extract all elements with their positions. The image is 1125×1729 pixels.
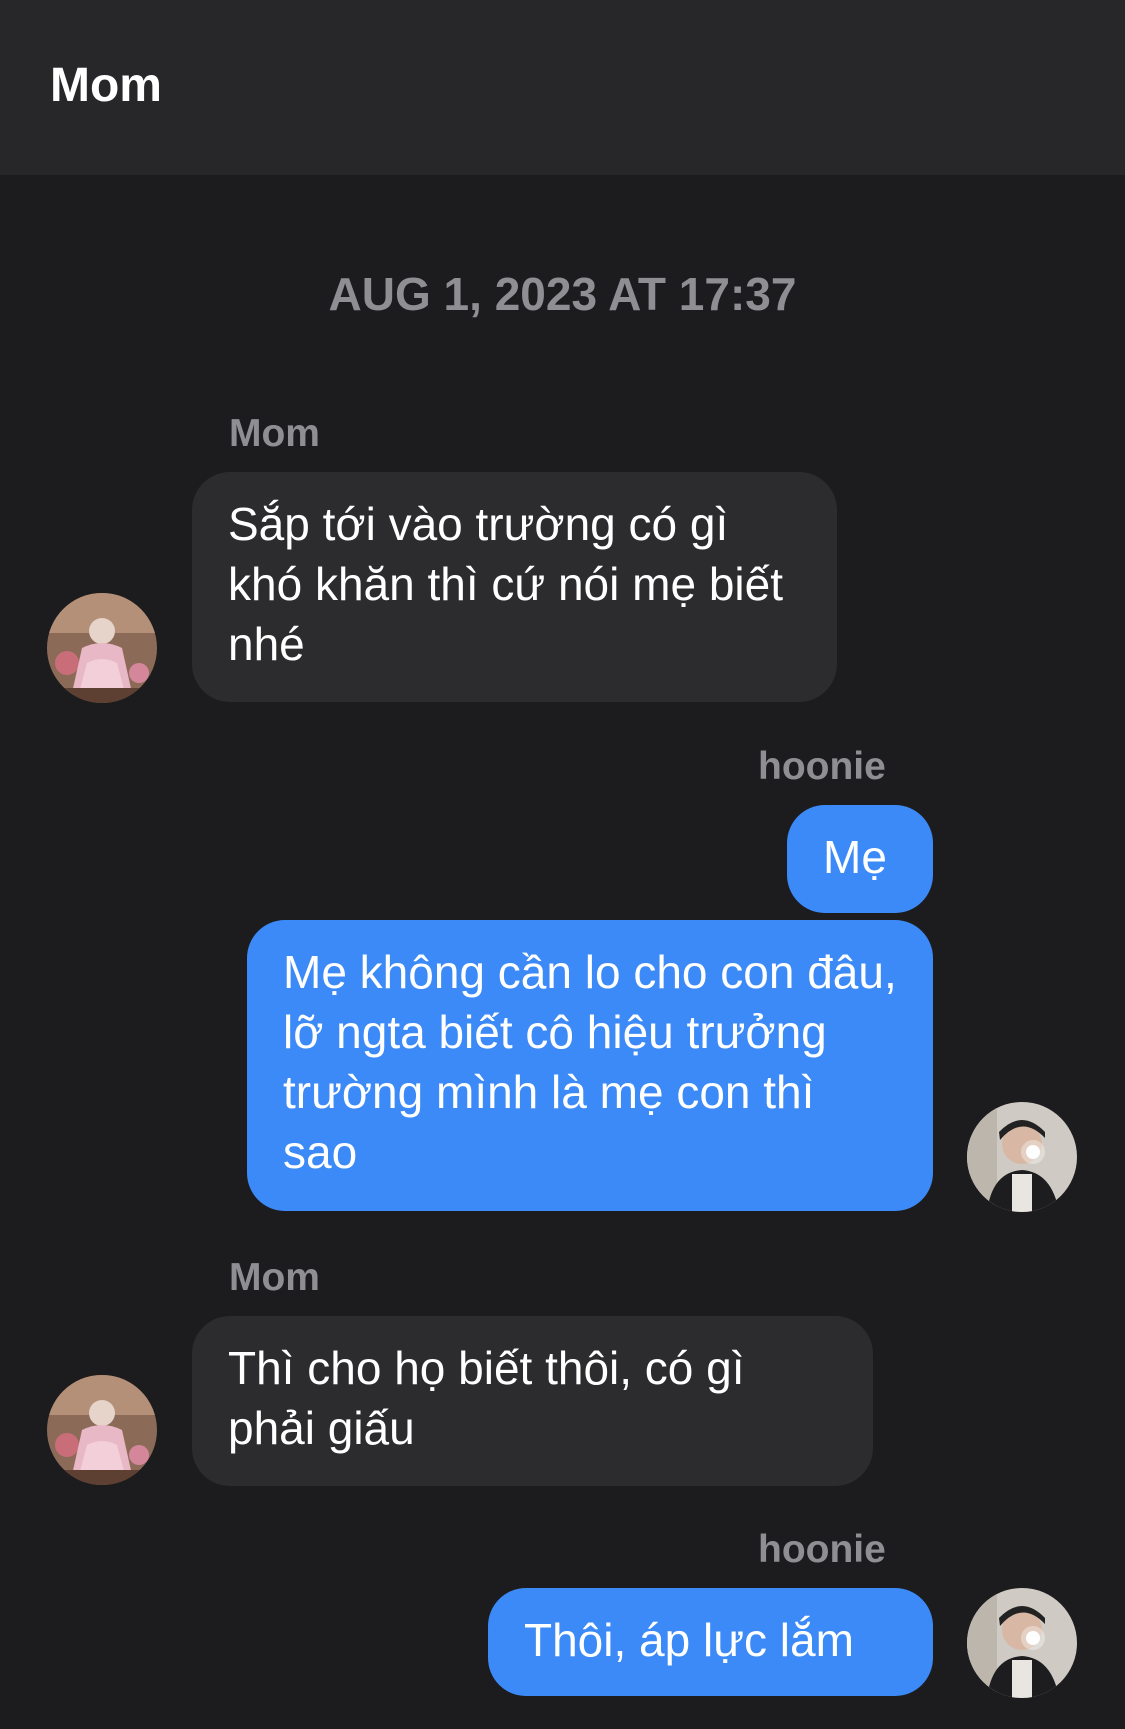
- chat-title[interactable]: Mom: [50, 56, 162, 116]
- outgoing-message-bubble[interactable]: Mẹ không cần lo cho con đâu, lỡ ngta biế…: [247, 920, 933, 1211]
- outgoing-message-bubble[interactable]: Thôi, áp lực lắm: [488, 1588, 933, 1696]
- mom-avatar[interactable]: [47, 1375, 157, 1485]
- chat-screen: Mom AUG 1, 2023 AT 17:37 Mom Sắp tới vào…: [0, 0, 1125, 1729]
- incoming-message-bubble[interactable]: Thì cho họ biết thôi, có gì phải giấu: [192, 1316, 873, 1486]
- hoonie-avatar[interactable]: [967, 1102, 1077, 1212]
- message-sender-label: Mom: [229, 412, 320, 455]
- hoonie-avatar[interactable]: [967, 1588, 1077, 1698]
- message-sender-label: hoonie: [758, 1528, 886, 1571]
- message-sender-label: Mom: [229, 1256, 320, 1299]
- message-sender-label: hoonie: [758, 745, 886, 788]
- mom-avatar[interactable]: [47, 593, 157, 703]
- conversation-timestamp: AUG 1, 2023 AT 17:37: [328, 268, 797, 320]
- incoming-message-bubble[interactable]: Sắp tới vào trường có gì khó khăn thì cứ…: [192, 472, 837, 702]
- outgoing-message-bubble[interactable]: Mẹ: [787, 805, 933, 913]
- chat-header: Mom: [0, 0, 1125, 175]
